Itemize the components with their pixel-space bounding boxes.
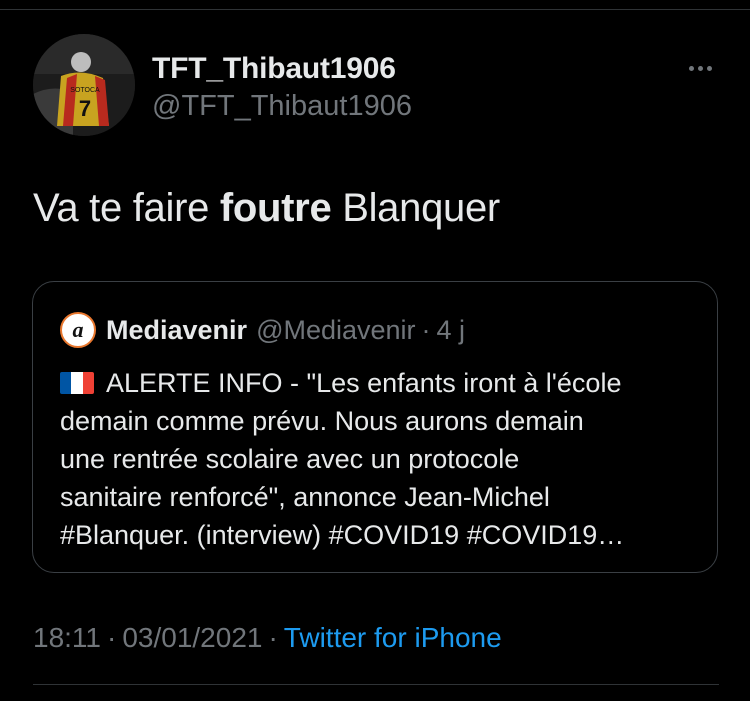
quoted-text-line-2: une rentrée scolaire avec un protocole (60, 444, 520, 474)
quoted-text-line: ALERTE INFO - "Les enfants iront à l'éco… (60, 364, 700, 402)
author-display-name[interactable]: TFT_Thibaut1906 (152, 52, 396, 86)
france-flag-icon (60, 372, 94, 394)
quoted-text-line-4: #Blanquer. (interview) #COVID19 #COVID19… (60, 520, 625, 550)
quoted-text-line-0: ALERTE INFO - "Les enfants iront à l'éco… (106, 368, 622, 398)
tweet-metadata: 18:11 · 03/01/2021 · Twitter for iPhone (33, 622, 502, 654)
quoted-author-avatar[interactable]: a (60, 312, 96, 348)
more-horizontal-icon (688, 65, 694, 71)
jersey-name: SOTOCA (70, 87, 100, 94)
jersey-number: 7 (79, 96, 91, 121)
meta-separator: · (268, 622, 278, 653)
quoted-tweet-time: 4 j (436, 314, 466, 345)
quoted-tweet-text: ALERTE INFO - "Les enfants iront à l'éco… (60, 364, 700, 554)
quoted-text-line-1: demain comme prévu. Nous aurons demain (60, 406, 584, 436)
mediavenir-logo-letter: a (73, 317, 84, 342)
tweet-detail: SOTOCA 7 TFT_Thibaut1906 @TFT_Thibaut190… (0, 0, 750, 701)
tweet-text-after: Blanquer (331, 186, 500, 230)
tweet-text-before: Va te faire (33, 186, 220, 230)
tweet-source-link[interactable]: Twitter for iPhone (284, 622, 502, 653)
mediavenir-logo-icon: a (64, 316, 92, 344)
author-avatar[interactable]: SOTOCA 7 (33, 34, 135, 136)
tweet-text: Va te faire foutre Blanquer (33, 186, 500, 231)
tweet-date[interactable]: 03/01/2021 (122, 622, 262, 653)
meta-separator: · (107, 622, 117, 653)
author-handle[interactable]: @TFT_Thibaut1906 (152, 90, 412, 123)
quoted-separator: · (421, 314, 431, 345)
quoted-author-handle: @Mediavenir (256, 314, 416, 345)
quoted-tweet-header: a Mediavenir @Mediavenir · 4 j (60, 312, 465, 348)
bottom-divider (33, 684, 719, 685)
quoted-text-line-3: sanitaire renforcé", annonce Jean-Michel (60, 482, 550, 512)
more-horizontal-icon-dot (697, 65, 703, 71)
quoted-tweet-card[interactable]: a Mediavenir @Mediavenir · 4 j ALERTE IN… (32, 281, 718, 573)
author-avatar-image: SOTOCA 7 (33, 34, 135, 136)
tweet-time[interactable]: 18:11 (33, 622, 101, 653)
tweet-text-bold: foutre (219, 186, 332, 230)
more-options-button[interactable] (680, 56, 720, 80)
quoted-author-name[interactable]: Mediavenir (106, 315, 247, 346)
more-horizontal-icon-dot (706, 65, 712, 71)
